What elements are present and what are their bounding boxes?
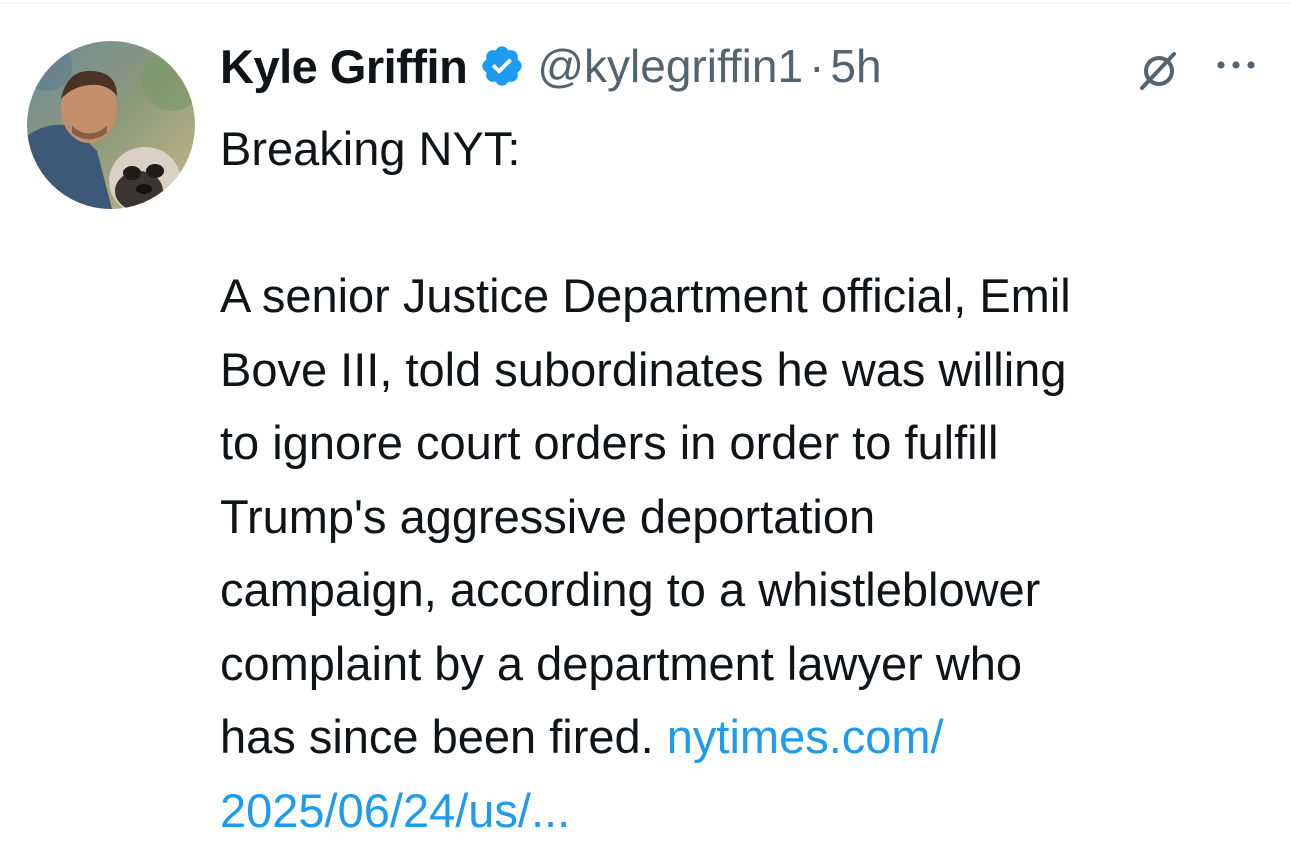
tweet-text-line: has since been fired.	[220, 710, 667, 763]
author-display-name[interactable]: Kyle Griffin	[220, 39, 468, 94]
verified-badge-icon[interactable]	[479, 43, 525, 89]
tweet-text-line: complaint by a department lawyer who	[220, 636, 1023, 690]
author-handle[interactable]: @kylegriffin1	[537, 39, 803, 93]
tweet-text-line: to ignore court orders in order to fulfi…	[220, 416, 999, 469]
tweet-text-line: A senior Justice Department official, Em…	[220, 269, 1071, 322]
article-link-line1: nytimes.com/	[666, 710, 944, 763]
avatar-image	[27, 41, 195, 209]
top-divider	[0, 3, 1290, 4]
tweet-text-line: Trump's aggressive deportation	[220, 489, 876, 543]
tweet-text-line: Breaking NYT:	[220, 122, 521, 175]
tweet-body: Breaking NYT: A senior Justice Departmen…	[220, 112, 1275, 847]
grok-icon[interactable]	[1136, 48, 1182, 94]
header-separator: ·	[809, 40, 825, 92]
author-avatar[interactable]	[27, 41, 195, 209]
more-options-icon[interactable]	[1213, 55, 1259, 75]
tweet-timestamp[interactable]: 5h	[830, 39, 881, 93]
article-link-line2: 2025/06/24/us/...	[220, 783, 571, 837]
tweet-header: Kyle Griffin @kylegriffin1 · 5h	[220, 36, 882, 96]
tweet-text-line: Bove III, told subordinates he was willi…	[220, 342, 1067, 396]
tweet-text-line: campaign, according to a whistleblower	[220, 563, 1041, 616]
